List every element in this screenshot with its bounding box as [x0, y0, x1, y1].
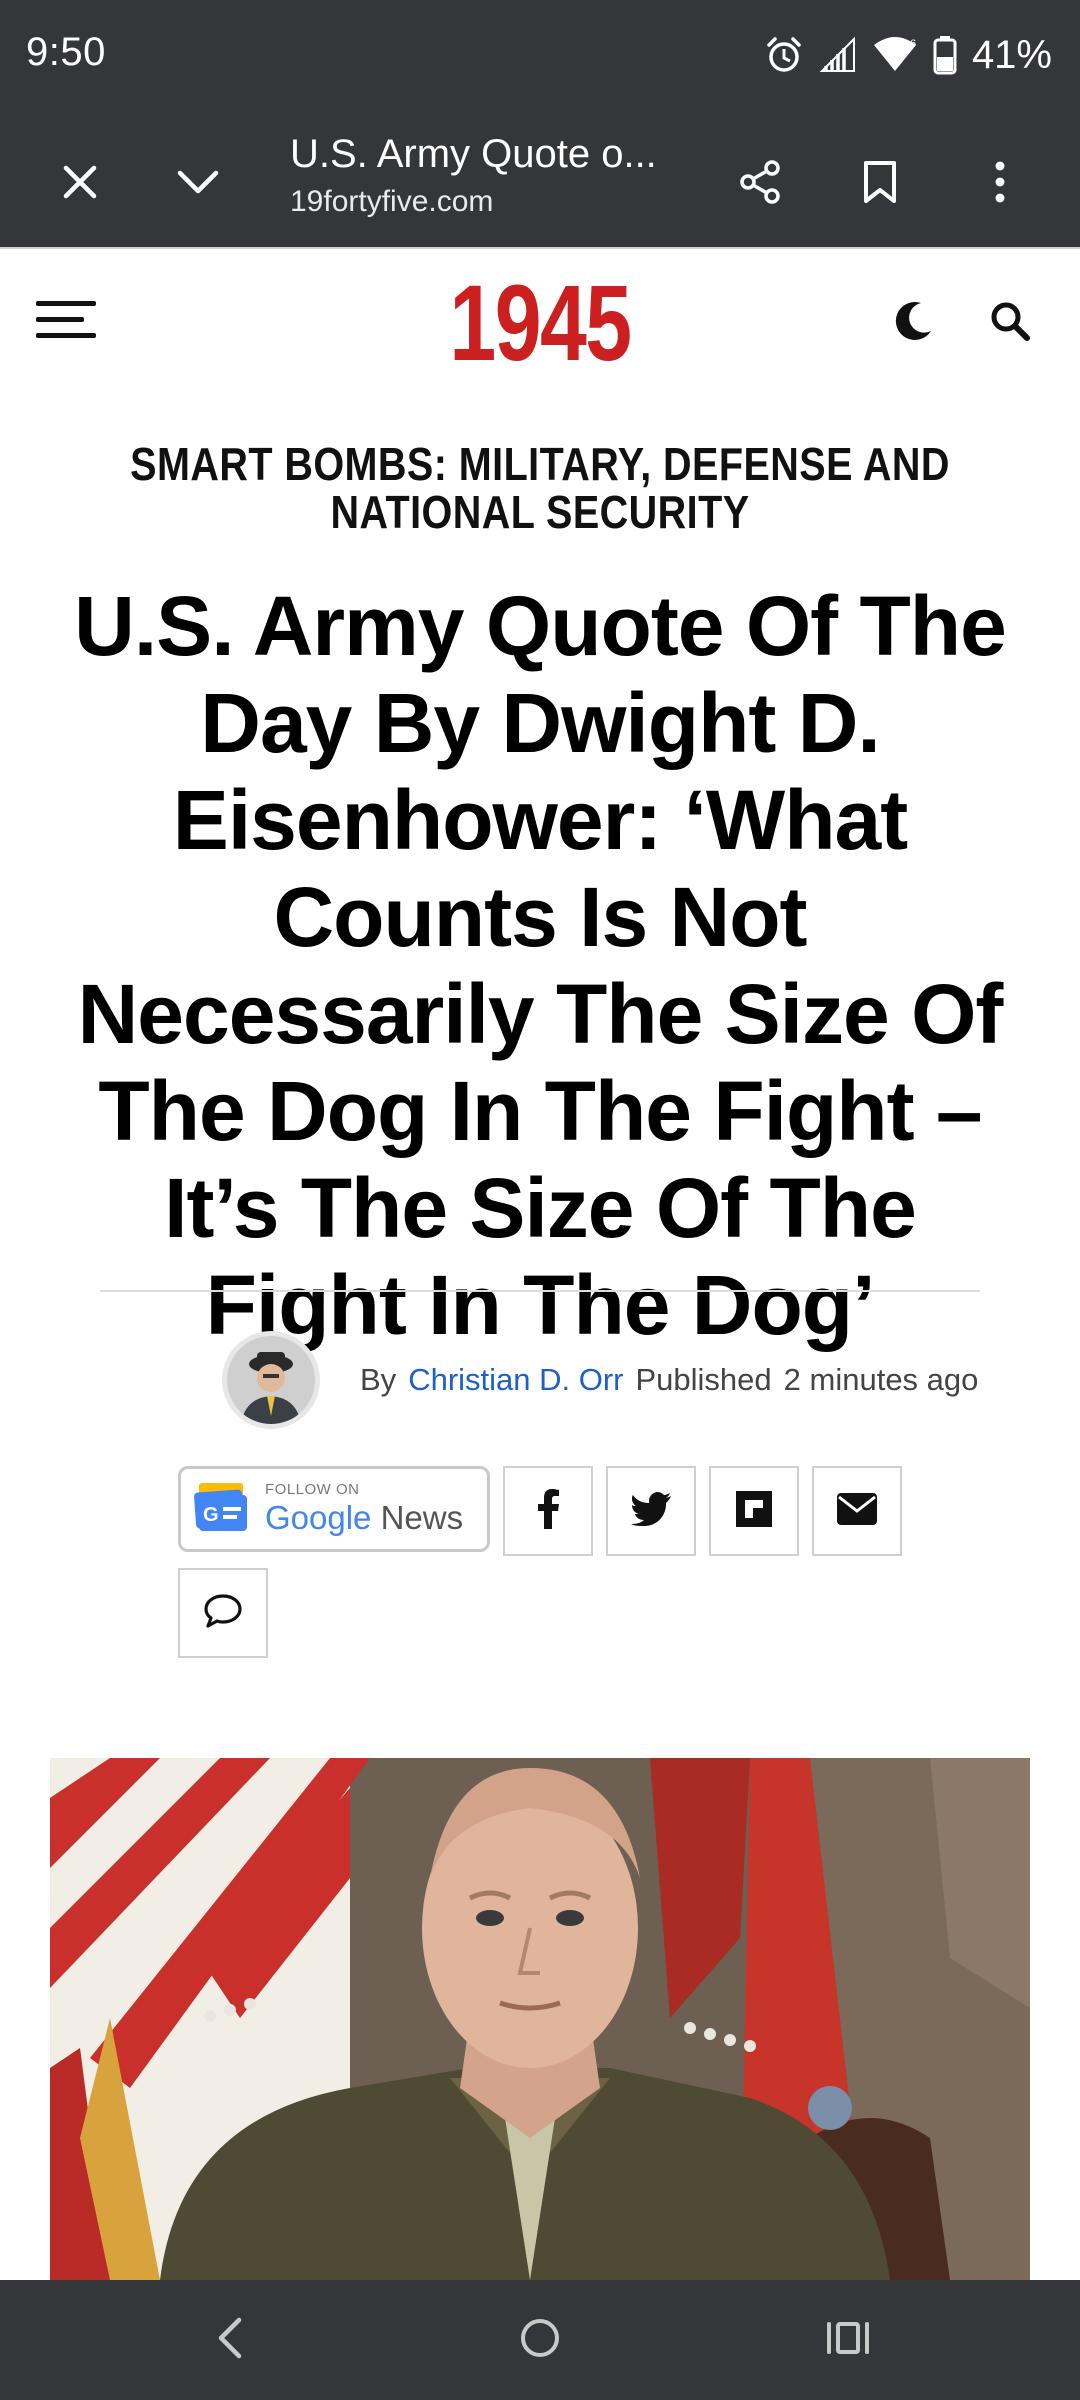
home-button[interactable]	[510, 2310, 570, 2370]
published-label: Published	[635, 1362, 772, 1397]
menu-button[interactable]	[36, 299, 100, 343]
bookmark-icon	[860, 159, 900, 210]
google-news-icon: G	[193, 1481, 251, 1538]
google-news-wordmark: Google News	[265, 1499, 463, 1537]
twitter-icon	[631, 1491, 671, 1531]
battery-icon	[932, 35, 958, 75]
more-vert-icon	[990, 158, 1010, 211]
close-tab-button[interactable]	[42, 146, 118, 222]
menu-icon	[36, 299, 100, 343]
minimize-tab-button[interactable]	[160, 146, 236, 222]
chevron-down-icon	[176, 167, 220, 202]
dark-mode-button[interactable]	[883, 293, 943, 353]
comment-icon	[203, 1593, 243, 1634]
moon-icon	[891, 299, 935, 348]
search-button[interactable]	[980, 293, 1040, 353]
share-icon	[736, 158, 784, 211]
tab-title: U.S. Army Quote o...	[290, 132, 657, 176]
status-time: 9:50	[26, 30, 106, 74]
site-header: 1945	[0, 247, 1080, 395]
alarm-icon	[764, 35, 804, 75]
status-bar: 9:50 6 41%	[0, 0, 1080, 120]
author-link[interactable]: Christian D. Orr	[408, 1362, 623, 1398]
byline-text: By Christian D. Orr Published 2 minutes …	[360, 1362, 978, 1398]
site-logo[interactable]: 1945	[119, 263, 961, 383]
close-icon	[60, 162, 100, 207]
author-avatar[interactable]	[222, 1331, 320, 1429]
search-icon	[988, 299, 1032, 348]
byline: By Christian D. Orr Published 2 minutes …	[222, 1330, 978, 1430]
tab-title-area[interactable]: U.S. Army Quote o... 19fortyfive.com	[290, 126, 710, 222]
byline-by: By	[360, 1362, 397, 1397]
recents-button[interactable]	[818, 2310, 878, 2370]
back-icon	[215, 2316, 245, 2365]
facebook-icon	[535, 1488, 561, 1534]
bookmark-button[interactable]	[842, 146, 918, 222]
published-time: 2 minutes ago	[783, 1362, 979, 1397]
email-share-button[interactable]	[812, 1466, 902, 1556]
system-nav-bar	[0, 2280, 1080, 2400]
signal-icon	[818, 35, 858, 75]
svg-text:6: 6	[910, 38, 916, 50]
battery-percent: 41%	[971, 32, 1052, 77]
twitter-share-button[interactable]	[606, 1466, 696, 1556]
share-row: G FOLLOW ON Google News	[178, 1466, 902, 1556]
google-news-label: FOLLOW ON Google News	[265, 1481, 463, 1537]
headline-divider	[100, 1290, 980, 1292]
article-hero-image[interactable]	[50, 1758, 1030, 2280]
google-wordmark: Google	[265, 1499, 372, 1536]
flipboard-icon	[736, 1490, 772, 1532]
eisenhower-photo	[50, 1758, 1030, 2280]
google-news-follow-button[interactable]: G FOLLOW ON Google News	[178, 1466, 490, 1552]
email-icon	[837, 1492, 877, 1530]
wifi-icon: 6	[872, 35, 918, 75]
news-wordmark: News	[380, 1499, 464, 1536]
more-options-button[interactable]	[962, 146, 1038, 222]
status-icons: 6 41%	[764, 30, 1052, 80]
article-headline: U.S. Army Quote Of The Day By Dwight D. …	[74, 579, 1007, 1352]
recents-icon	[825, 2318, 871, 2363]
browser-toolbar: U.S. Army Quote o... 19fortyfive.com	[0, 120, 1080, 247]
article-category[interactable]: SMART BOMBS: MILITARY, DEFENSE AND NATIO…	[127, 440, 953, 536]
share-button[interactable]	[722, 146, 798, 222]
home-icon	[518, 2316, 562, 2365]
comment-button[interactable]	[178, 1568, 268, 1658]
tab-url: 19fortyfive.com	[290, 185, 494, 218]
follow-on-label: FOLLOW ON	[265, 1481, 360, 1498]
svg-text:G: G	[203, 1504, 219, 1526]
facebook-share-button[interactable]	[503, 1466, 593, 1556]
flipboard-share-button[interactable]	[709, 1466, 799, 1556]
back-button[interactable]	[200, 2310, 260, 2370]
